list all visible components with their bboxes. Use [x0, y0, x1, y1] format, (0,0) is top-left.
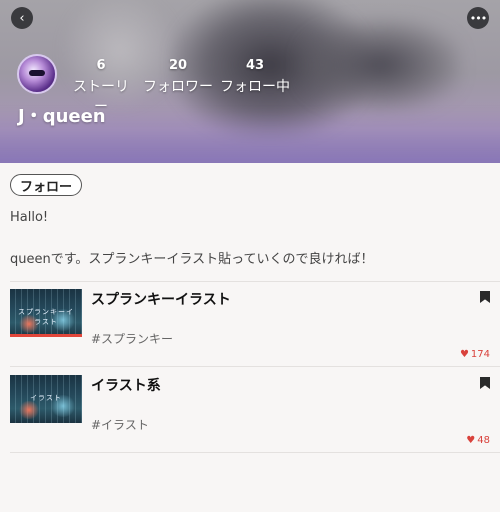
- divider: [10, 366, 500, 367]
- more-options-button[interactable]: •••: [467, 7, 489, 29]
- profile-bio: Hallo! queenです。スプランキーイラスト貼っていくので良ければ！: [10, 210, 374, 267]
- back-button[interactable]: ‹: [11, 7, 33, 29]
- heart-icon: ♥: [459, 349, 469, 360]
- divider: [10, 452, 500, 453]
- like-count-value: 48: [477, 435, 490, 446]
- following-count: 43: [245, 58, 265, 73]
- followers-count: 20: [168, 58, 188, 73]
- story-card[interactable]: スプランキーイラスト スプランキーイラスト #スプランキー ♥ 174: [10, 283, 500, 367]
- read-progress-bar: [10, 334, 82, 337]
- chevron-left-icon: ‹: [19, 10, 25, 26]
- story-tag[interactable]: #イラスト: [91, 416, 149, 433]
- story-thumbnail[interactable]: イラスト: [10, 375, 82, 423]
- stat-following[interactable]: 43 フォロー中: [220, 58, 290, 96]
- like-count: ♥ 174: [460, 349, 490, 360]
- story-thumbnail[interactable]: スプランキーイラスト: [10, 289, 82, 337]
- stories-count: 6: [96, 58, 106, 73]
- heart-icon: ♥: [466, 435, 476, 446]
- avatar[interactable]: [17, 54, 57, 94]
- story-title[interactable]: スプランキーイラスト: [91, 289, 231, 309]
- thumbnail-text: スプランキーイラスト: [18, 308, 74, 326]
- more-horizontal-icon: •••: [469, 11, 487, 25]
- story-tag[interactable]: #スプランキー: [91, 330, 173, 347]
- like-count-value: 174: [470, 349, 490, 360]
- story-card[interactable]: イラスト イラスト系 #イラスト ♥ 48: [10, 369, 500, 453]
- follow-button[interactable]: フォロー: [10, 174, 83, 196]
- thumbnail-text: イラスト: [30, 394, 62, 402]
- bookmark-icon[interactable]: [480, 291, 490, 303]
- stat-followers[interactable]: 20 フォロワー: [143, 58, 213, 96]
- bookmark-icon[interactable]: [480, 377, 490, 389]
- following-label: フォロー中: [220, 79, 290, 95]
- divider: [10, 281, 500, 282]
- profile-name: J・queen: [18, 106, 106, 127]
- like-count: ♥ 48: [466, 435, 490, 446]
- followers-label: フォロワー: [143, 79, 213, 95]
- story-title[interactable]: イラスト系: [91, 375, 161, 395]
